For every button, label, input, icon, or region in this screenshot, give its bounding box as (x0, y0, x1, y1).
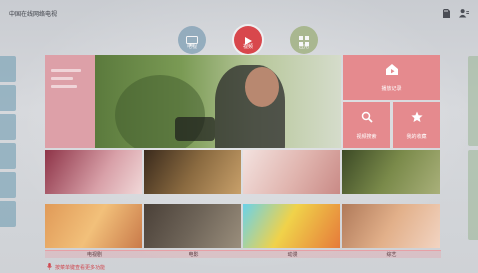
video-search-button[interactable]: 视频搜索 (343, 102, 390, 148)
star-icon (410, 111, 423, 125)
mode-switcher: 电视 视频 应用 (175, 26, 321, 54)
video-thumbnail[interactable] (243, 150, 340, 194)
favorites-button[interactable]: 我的收藏 (393, 102, 440, 148)
mode-tv[interactable]: 电视 (175, 26, 209, 54)
featured-banner[interactable] (95, 55, 341, 148)
video-thumbnail[interactable] (45, 204, 142, 248)
side-tile[interactable] (0, 85, 16, 111)
side-tile[interactable] (0, 143, 16, 169)
video-thumbnail[interactable] (243, 204, 340, 248)
video-thumbnail[interactable] (342, 150, 440, 194)
mode-video-label: 视频 (242, 44, 253, 50)
video-thumbnail[interactable] (144, 150, 241, 194)
side-tile[interactable] (0, 114, 16, 140)
video-thumbnail[interactable] (342, 204, 440, 248)
mode-tv-label: 电视 (186, 44, 197, 50)
video-search-label: 视频搜索 (356, 133, 377, 140)
microphone-icon (47, 263, 52, 272)
play-history-label: 播放记录 (381, 85, 402, 92)
app-title: 中国在线网络电视 (9, 11, 58, 18)
side-tile[interactable] (0, 56, 16, 82)
side-tile[interactable] (468, 56, 478, 146)
status-bar (441, 8, 469, 18)
play-history-button[interactable]: 播放记录 (343, 55, 440, 100)
play-history-icon (385, 63, 398, 77)
mode-apps-label: 应用 (298, 44, 309, 50)
memory-card-icon (441, 8, 451, 18)
menu-hint: 按菜单键查看更多功能 (47, 263, 105, 272)
menu-hint-text: 按菜单键查看更多功能 (55, 265, 106, 271)
left-side-tiles (0, 56, 16, 230)
video-thumbnail[interactable] (144, 204, 241, 248)
side-tile[interactable] (0, 201, 16, 227)
category-bar: 电视剧 电影 动漫 综艺 (45, 250, 441, 258)
category-tv-series[interactable]: 电视剧 (45, 250, 144, 258)
side-tile[interactable] (468, 150, 478, 240)
mode-video[interactable]: 视频 (231, 26, 265, 54)
user-settings-icon[interactable] (459, 8, 469, 18)
video-home-panel: 播放记录 视频搜索 我的收藏 电视剧 电影 动漫 综艺 (45, 55, 441, 260)
category-variety[interactable]: 综艺 (342, 250, 441, 258)
mode-apps[interactable]: 应用 (287, 26, 321, 54)
category-anime[interactable]: 动漫 (243, 250, 342, 258)
search-icon (361, 111, 373, 125)
right-side-tiles (468, 56, 478, 244)
category-movies[interactable]: 电影 (144, 250, 243, 258)
hero-info-strip (45, 55, 95, 148)
favorites-label: 我的收藏 (406, 133, 427, 140)
video-thumbnail[interactable] (45, 150, 142, 194)
side-tile[interactable] (0, 172, 16, 198)
